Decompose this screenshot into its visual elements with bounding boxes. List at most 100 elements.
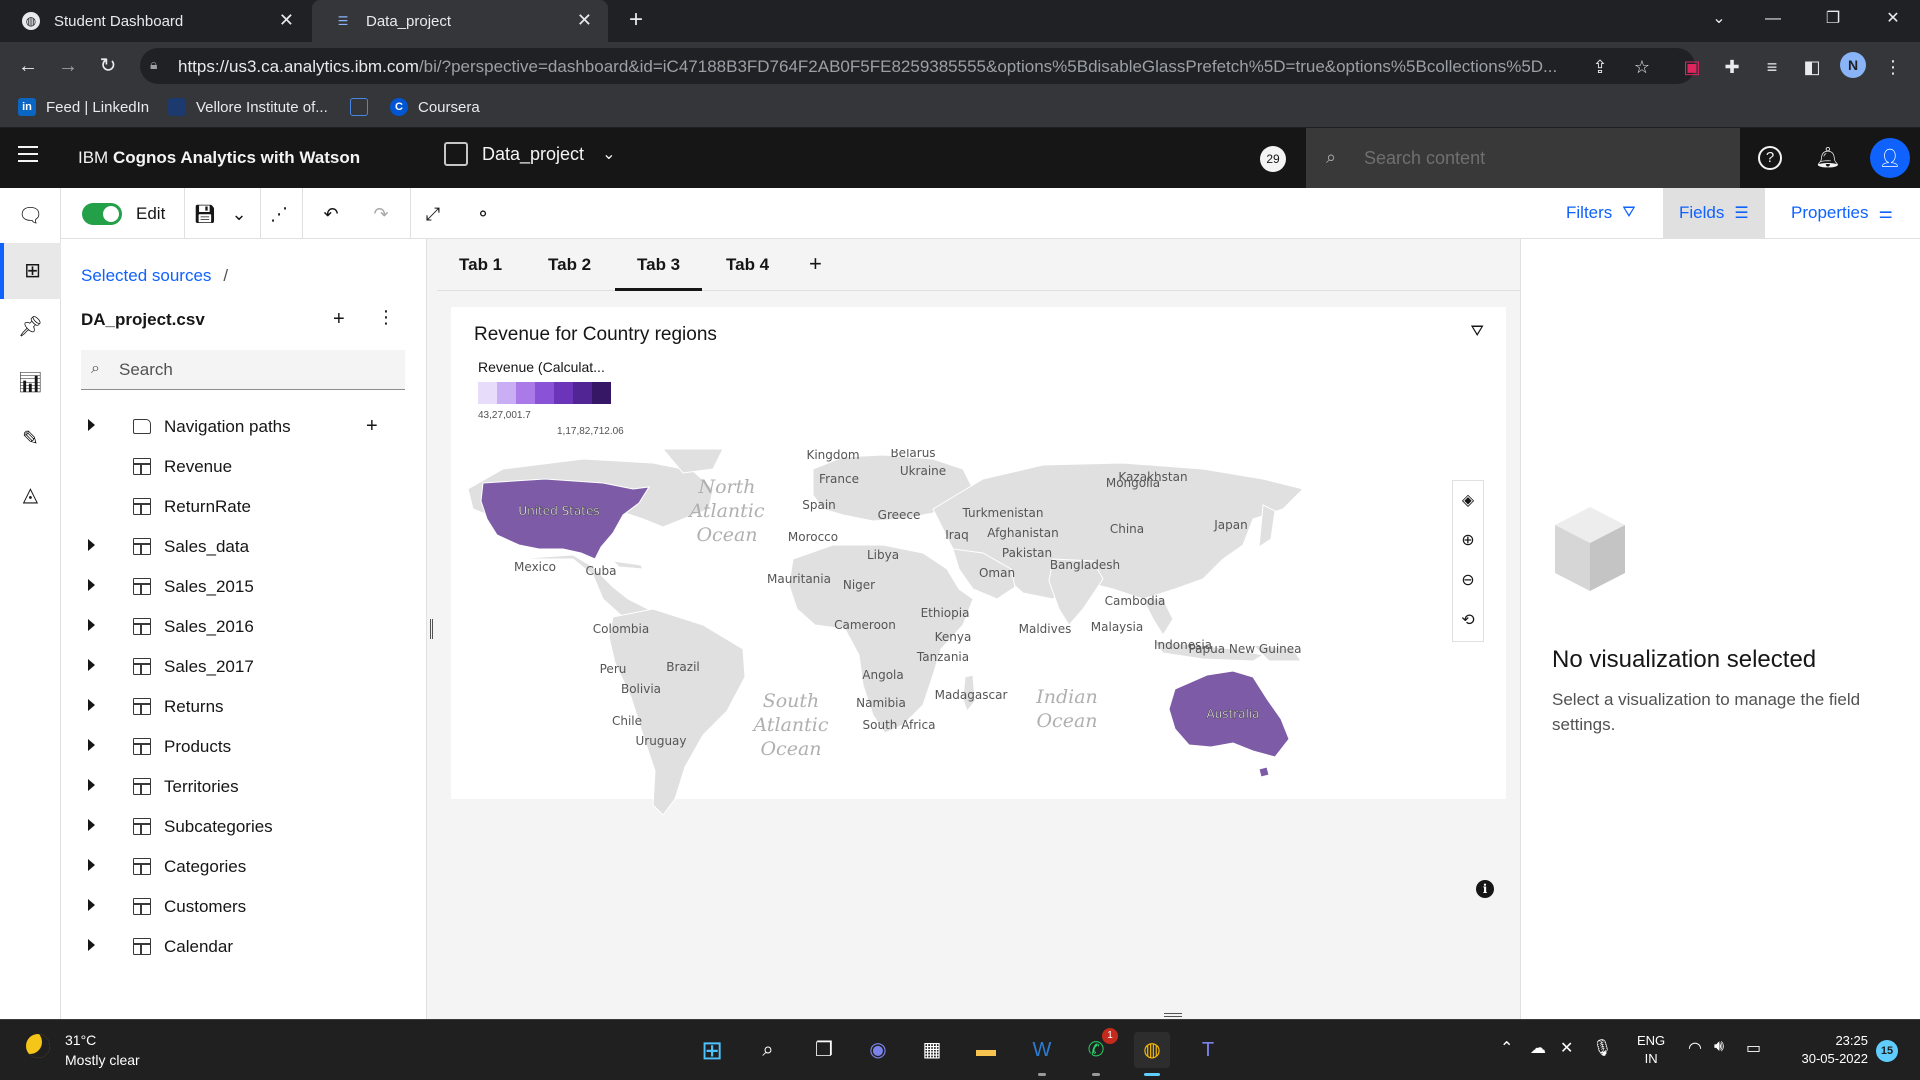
search-icon[interactable]: ⌕: [750, 1032, 786, 1068]
visualizations-icon[interactable]: 📊︎: [0, 355, 61, 411]
tab-2[interactable]: Tab 2: [526, 239, 613, 291]
word-icon[interactable]: W: [1024, 1032, 1060, 1076]
calculator-icon[interactable]: ▦: [914, 1032, 950, 1068]
moon-weather-icon[interactable]: [26, 1034, 50, 1058]
layers-icon[interactable]: ◈: [1453, 481, 1483, 521]
tree-item-subcategories[interactable]: Subcategories: [61, 807, 427, 847]
tree-item-returnrate[interactable]: ReturnRate: [61, 487, 427, 527]
properties-button[interactable]: Properties ⚌: [1775, 188, 1909, 238]
tree-item-products[interactable]: Products: [61, 727, 427, 767]
overflow-menu-icon[interactable]: ⋮: [377, 307, 395, 328]
file-explorer-icon[interactable]: ▬: [968, 1032, 1004, 1068]
add-icon[interactable]: +: [366, 415, 378, 438]
tab-3[interactable]: Tab 3: [615, 239, 703, 291]
caret-right-icon[interactable]: [88, 939, 95, 951]
help-icon[interactable]: ?: [1758, 146, 1782, 170]
save-options-chevron-icon[interactable]: ⌄: [226, 201, 252, 227]
media-queue-icon[interactable]: ≡: [1759, 54, 1785, 80]
tree-item-sales-2016[interactable]: Sales_2016: [61, 607, 427, 647]
redo-icon[interactable]: ↷: [368, 201, 394, 227]
pin-icon[interactable]: 📌︎: [0, 299, 61, 355]
tree-item-returns[interactable]: Returns: [61, 687, 427, 727]
url-text[interactable]: https://us3.ca.analytics.ibm.com/bi/?per…: [178, 57, 1618, 77]
tree-item-navigation-paths[interactable]: Navigation paths +: [61, 407, 427, 447]
battery-icon[interactable]: ▭: [1746, 1038, 1761, 1058]
global-search-input[interactable]: [1364, 144, 1724, 172]
system-clock[interactable]: 23:25 30-05-2022: [1786, 1032, 1869, 1068]
mic-muted-icon[interactable]: 🎙︎: [1592, 1038, 1612, 1058]
tree-item-calendar[interactable]: Calendar: [61, 927, 427, 967]
browser-tab-data-project[interactable]: ☰ Data_project ✕: [312, 0, 608, 42]
relationship-icon[interactable]: ⚬: [470, 201, 496, 227]
caret-right-icon[interactable]: [88, 699, 95, 711]
assistant-icon[interactable]: ◬: [0, 467, 61, 523]
weather-description[interactable]: Mostly clear: [65, 1052, 140, 1068]
zoom-in-icon[interactable]: ⊕: [1453, 521, 1483, 561]
bookmark-star-icon[interactable]: ☆: [1629, 54, 1655, 80]
caret-right-icon[interactable]: [88, 419, 95, 431]
teams-chat-icon[interactable]: ◉: [860, 1032, 896, 1068]
caret-right-icon[interactable]: [88, 579, 95, 591]
bell-icon[interactable]: 🔔︎: [1812, 142, 1844, 174]
source-search-input[interactable]: [119, 358, 389, 382]
restore-button[interactable]: ❐: [1806, 0, 1860, 38]
global-search[interactable]: ⌕: [1306, 128, 1740, 188]
tab-search-chevron-icon[interactable]: ⌄: [1692, 0, 1746, 38]
share-icon[interactable]: ⋰: [266, 201, 292, 227]
tree-item-categories[interactable]: Categories: [61, 847, 427, 887]
world-map[interactable]: United States Australia North Atlantic Oce…: [463, 449, 1501, 889]
minimize-button[interactable]: —: [1746, 0, 1800, 38]
fields-button[interactable]: Fields ☰: [1663, 188, 1765, 238]
browser-profile-avatar[interactable]: N: [1840, 52, 1866, 78]
caret-right-icon[interactable]: [88, 539, 95, 551]
tree-item-revenue[interactable]: Revenue: [61, 447, 427, 487]
zoom-out-icon[interactable]: ⊖: [1453, 561, 1483, 601]
data-sources-icon[interactable]: ⊞: [0, 243, 61, 299]
close-tab-icon[interactable]: ✕: [577, 10, 592, 31]
widget-filter-icon[interactable]: ⛛: [1471, 323, 1484, 341]
add-tab-icon[interactable]: +: [809, 251, 822, 277]
undo-icon[interactable]: ↶: [318, 201, 344, 227]
browser-menu-icon[interactable]: ⋮: [1880, 54, 1906, 80]
save-icon[interactable]: 💾︎: [192, 201, 218, 227]
browser-tab-student-dashboard[interactable]: ◍ Student Dashboard ✕: [0, 0, 310, 42]
windows-start-icon[interactable]: ⊞: [694, 1032, 730, 1068]
user-avatar-icon[interactable]: 👤︎: [1870, 138, 1910, 178]
side-panel-icon[interactable]: ◧: [1799, 54, 1825, 80]
edit-mode-toggle[interactable]: [82, 203, 122, 225]
tree-item-sales-data[interactable]: Sales_data: [61, 527, 427, 567]
widgets-icon[interactable]: ✎: [0, 411, 61, 467]
canvas-resize-handle[interactable]: [1164, 1013, 1182, 1017]
tree-item-sales-2017[interactable]: Sales_2017: [61, 647, 427, 687]
add-icon[interactable]: +: [333, 308, 345, 331]
close-window-button[interactable]: ✕: [1866, 0, 1920, 38]
tree-item-territories[interactable]: Territories: [61, 767, 427, 807]
bookmark-coursera[interactable]: C Coursera: [390, 98, 480, 116]
notification-count-badge[interactable]: 29: [1260, 146, 1286, 172]
tab-4[interactable]: Tab 4: [704, 239, 791, 291]
pocket-extension-icon[interactable]: ▣: [1679, 54, 1705, 80]
reset-view-icon[interactable]: ⟲: [1453, 601, 1483, 641]
tree-item-sales-2015[interactable]: Sales_2015: [61, 567, 427, 607]
volume-icon[interactable]: 🔊︎: [1714, 1038, 1724, 1056]
info-icon[interactable]: i: [1476, 880, 1494, 898]
caret-right-icon[interactable]: [88, 619, 95, 631]
bookmark-linkedin[interactable]: in Feed | LinkedIn: [18, 98, 149, 116]
chevron-up-icon[interactable]: ⌃: [1500, 1038, 1513, 1058]
comment-icon[interactable]: 🗨︎: [0, 188, 61, 244]
back-arrow-icon[interactable]: ←: [12, 50, 44, 82]
task-view-icon[interactable]: ❐: [806, 1032, 842, 1068]
new-tab-button[interactable]: +: [622, 7, 650, 35]
caret-right-icon[interactable]: [88, 859, 95, 871]
map-widget[interactable]: Revenue for Country regions ⛛ Revenue (C…: [451, 307, 1506, 898]
bookmark-vellore[interactable]: Vellore Institute of...: [168, 98, 328, 116]
teams-icon[interactable]: T: [1190, 1032, 1226, 1068]
forward-arrow-icon[interactable]: →: [52, 50, 84, 82]
tab-1[interactable]: Tab 1: [437, 239, 524, 291]
caret-right-icon[interactable]: [88, 819, 95, 831]
input-language[interactable]: ENG IN: [1637, 1032, 1665, 1068]
panel-resize-handle[interactable]: [427, 239, 437, 1019]
caret-right-icon[interactable]: [88, 659, 95, 671]
address-bar[interactable]: 🔒︎ https://us3.ca.analytics.ibm.com/bi/?…: [140, 48, 1695, 84]
share-icon[interactable]: ⇪: [1587, 54, 1613, 80]
